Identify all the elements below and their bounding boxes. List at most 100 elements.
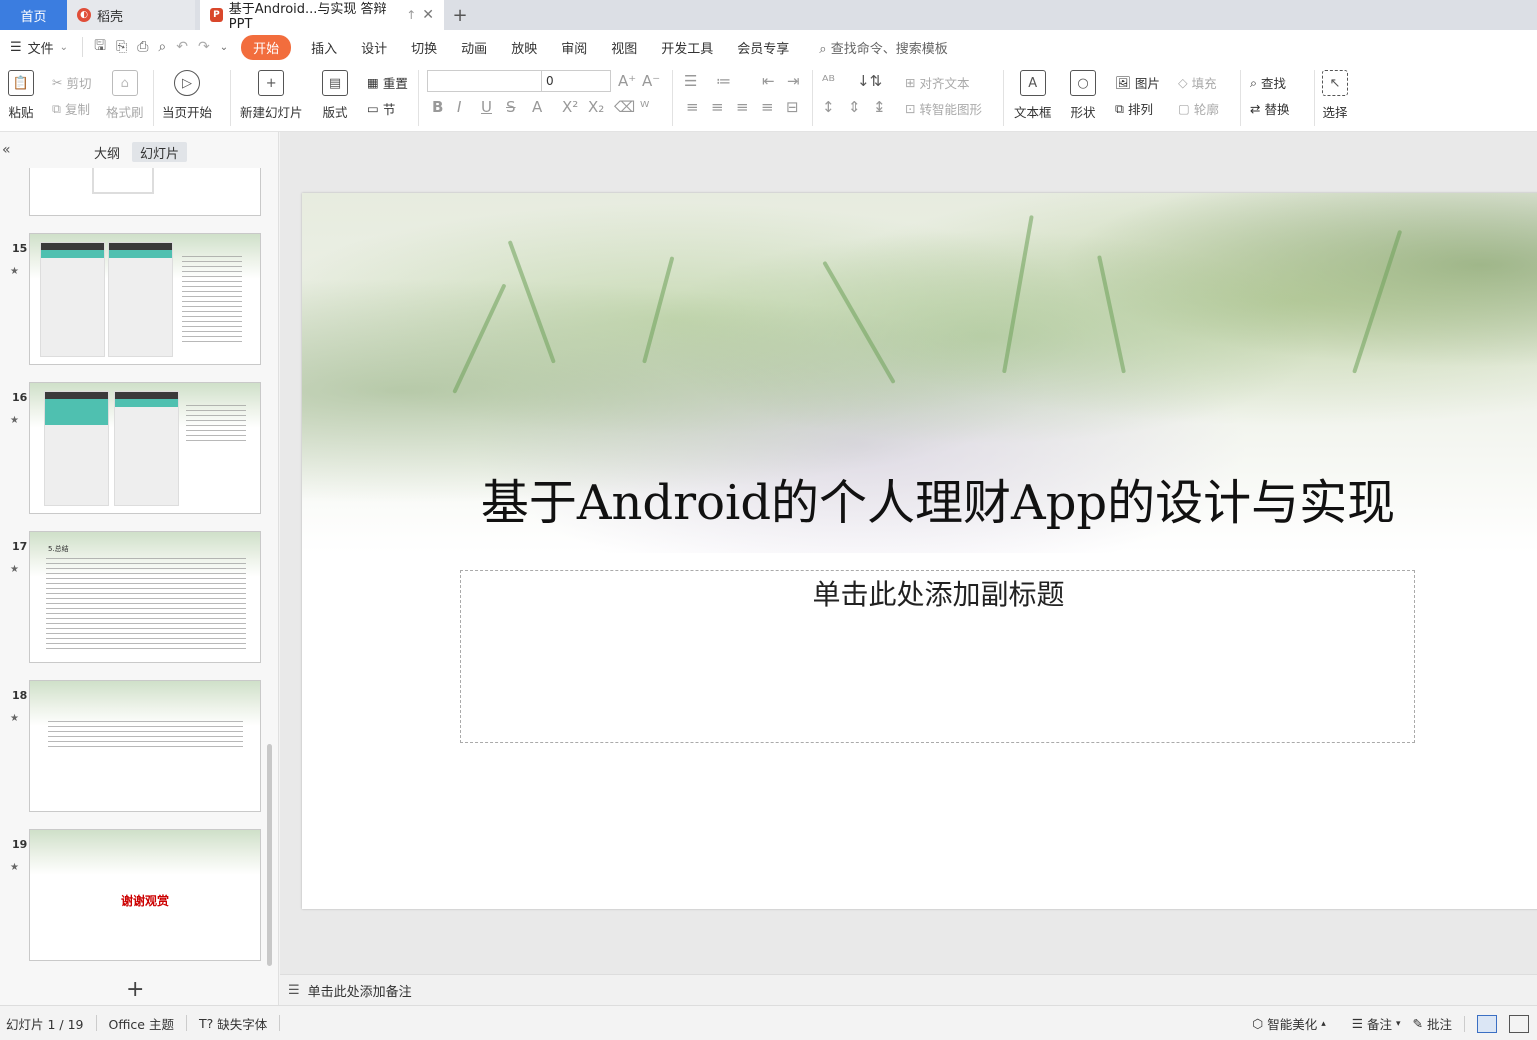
align-text-icon: ⊞ xyxy=(905,75,916,90)
smart-art-button[interactable]: ⊡ 转智能图形 xyxy=(905,99,982,118)
beautify-button[interactable]: ⬡ 智能美化 ▴ xyxy=(1246,1014,1331,1033)
find-button[interactable]: ⌕ 查找 xyxy=(1250,73,1286,92)
redo-icon[interactable]: ↷ xyxy=(193,39,215,55)
slide-sorter-view-icon[interactable] xyxy=(1509,1014,1529,1033)
font-size-select[interactable]: 0 xyxy=(541,70,611,92)
beautify-label: 智能美化 xyxy=(1267,1017,1318,1032)
slide-thumb-15[interactable] xyxy=(29,233,261,365)
align-center-icon[interactable]: ≡ xyxy=(711,98,724,116)
tab-slides[interactable]: 幻灯片 xyxy=(132,142,188,162)
tab-document[interactable]: P 基于Android...与实现 答辩PPT ↑ ✕ xyxy=(200,0,444,32)
add-slide-button[interactable]: + xyxy=(126,977,144,1002)
layout-button[interactable]: ▤ 版式 xyxy=(322,70,348,121)
replace-button[interactable]: ⇄ 替换 xyxy=(1250,99,1290,118)
save-icon[interactable]: 🖫 xyxy=(89,35,111,59)
comments-button[interactable]: ✎ 批注 xyxy=(1407,1014,1459,1033)
grow-font-icon[interactable]: A⁺ xyxy=(618,72,636,90)
format-painter-button[interactable]: ⌂ 格式刷 xyxy=(106,70,144,121)
print-preview-icon[interactable]: ⌕ xyxy=(153,39,171,55)
align-text-button[interactable]: ⊞ 对齐文本 xyxy=(905,73,970,92)
tab-start[interactable]: 开始 xyxy=(241,34,292,60)
animation-star-icon: ★ xyxy=(10,415,19,426)
align-right-icon[interactable]: ≡ xyxy=(736,98,749,116)
pin-icon[interactable]: ↑ xyxy=(406,8,416,22)
italic-icon[interactable]: I xyxy=(457,98,461,116)
tab-view[interactable]: 视图 xyxy=(599,38,649,57)
notes-area[interactable]: ☰ 单击此处添加备注 xyxy=(280,974,1537,1005)
text-direction-icon[interactable]: ᴬᴮ xyxy=(822,72,835,90)
command-search[interactable]: ⌕ 查找命令、搜索模板 xyxy=(801,38,947,57)
font-name-select[interactable] xyxy=(427,70,542,92)
tab-home[interactable]: 首页 xyxy=(0,0,67,30)
tab-outline[interactable]: 大纲 xyxy=(86,142,128,162)
paste-button[interactable]: 📋 粘贴 xyxy=(8,70,34,121)
superscript-icon[interactable]: X² xyxy=(562,98,578,116)
bullet-list-icon[interactable]: ☰ xyxy=(684,72,697,90)
normal-view-icon[interactable] xyxy=(1477,1014,1497,1033)
bold-icon[interactable]: B xyxy=(432,98,443,116)
picture-button[interactable]: 🖼 图片 xyxy=(1115,73,1160,92)
slide-thumb-14[interactable] xyxy=(29,168,261,216)
sort-icon[interactable]: ↓⇅ xyxy=(857,72,882,90)
chevron-down-icon: ▾ xyxy=(1395,1018,1401,1029)
justify-icon[interactable]: ≡ xyxy=(761,98,774,116)
tab-member[interactable]: 会员专享 xyxy=(725,38,801,57)
collapse-panel-icon[interactable]: « xyxy=(2,142,11,158)
theme-name[interactable]: Office 主题 xyxy=(103,1014,180,1033)
cut-button[interactable]: ✂ 剪切 xyxy=(52,73,92,92)
select-button[interactable]: ↖ 选择 xyxy=(1322,70,1348,121)
distribute-icon[interactable]: ⊟ xyxy=(786,98,799,116)
slide-thumb-16[interactable] xyxy=(29,382,261,514)
tab-daoke[interactable]: ◐ 稻壳 xyxy=(67,0,195,30)
play-from-current-button[interactable]: ▷ 当页开始 xyxy=(162,70,212,121)
strikethrough-icon[interactable]: S xyxy=(506,98,516,116)
align-left-icon[interactable]: ≡ xyxy=(686,98,699,116)
panel-scrollbar[interactable] xyxy=(267,744,272,966)
slide-title[interactable]: 基于Android的个人理财App的设计与实现 xyxy=(302,463,1537,533)
tab-slideshow[interactable]: 放映 xyxy=(499,38,549,57)
tab-developer[interactable]: 开发工具 xyxy=(649,38,725,57)
tab-transition[interactable]: 切换 xyxy=(399,38,449,57)
outline-button[interactable]: ▢ 轮廓 xyxy=(1178,99,1219,118)
font-color-icon[interactable]: A xyxy=(532,98,542,116)
reset-button[interactable]: ▦ 重置 xyxy=(367,73,408,92)
shape-button[interactable]: ○ 形状 xyxy=(1070,70,1096,121)
fill-button[interactable]: ◇ 填充 xyxy=(1178,73,1217,92)
slide-thumb-19[interactable]: 谢谢观赏 xyxy=(29,829,261,961)
copy-button[interactable]: ⧉ 复制 xyxy=(52,99,90,118)
numbered-list-icon[interactable]: ≔ xyxy=(716,72,731,90)
slide-thumb-18[interactable] xyxy=(29,680,261,812)
decrease-indent-icon[interactable]: ⇤ xyxy=(762,72,775,90)
tab-review[interactable]: 审阅 xyxy=(549,38,599,57)
tab-design[interactable]: 设计 xyxy=(349,38,399,57)
tab-insert[interactable]: 插入 xyxy=(299,38,349,57)
print-icon[interactable]: ⎙ xyxy=(132,39,153,55)
new-tab-button[interactable]: + xyxy=(444,0,476,30)
shrink-font-icon[interactable]: A⁻ xyxy=(642,72,660,90)
subtitle-placeholder-box[interactable]: 单击此处添加副标题 xyxy=(460,570,1415,743)
textbox-button[interactable]: A 文本框 xyxy=(1014,70,1052,121)
tab-animation[interactable]: 动画 xyxy=(449,38,499,57)
current-slide[interactable]: 基于Android的个人理财App的设计与实现 单击此处添加副标题 xyxy=(302,193,1537,909)
line-spacing-icon[interactable]: ↕ xyxy=(822,98,835,116)
section-button[interactable]: ▭ 节 xyxy=(367,99,395,118)
clear-format-icon[interactable]: ⌫ xyxy=(614,98,635,116)
subscript-icon[interactable]: X₂ xyxy=(588,98,604,116)
missing-font-button[interactable]: T? 缺失字体 xyxy=(193,1014,273,1033)
slide-thumb-17[interactable]: 5.总结 xyxy=(29,531,261,663)
animation-star-icon: ★ xyxy=(10,862,19,873)
thumb-phone-screenshot xyxy=(114,391,179,506)
notes-toggle-button[interactable]: ☰ 备注 ▾ xyxy=(1346,1014,1407,1033)
arrange-button[interactable]: ⧉ 排列 xyxy=(1115,99,1153,118)
spacing-more-icon[interactable]: ↨ xyxy=(873,98,886,116)
new-slide-button[interactable]: + 新建幻灯片 xyxy=(240,70,303,121)
quick-access-more-icon[interactable]: ⌄ xyxy=(215,42,233,53)
undo-icon[interactable]: ↶ xyxy=(171,39,193,55)
file-menu[interactable]: ☰ 文件 ⌄ xyxy=(8,38,76,57)
close-icon[interactable]: ✕ xyxy=(422,7,434,23)
export-icon[interactable]: ⎘ xyxy=(111,39,132,55)
increase-indent-icon[interactable]: ⇥ xyxy=(787,72,800,90)
phonetic-icon[interactable]: ᵂ xyxy=(640,98,649,116)
paragraph-spacing-icon[interactable]: ⇕ xyxy=(848,98,861,116)
underline-icon[interactable]: U xyxy=(481,98,492,116)
